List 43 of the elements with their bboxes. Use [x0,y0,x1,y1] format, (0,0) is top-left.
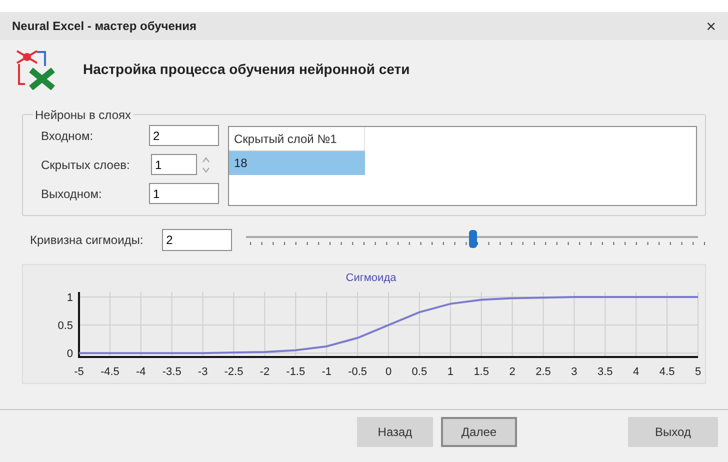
tick-label: 4.5 [659,366,675,378]
tick-label: 2 [509,366,516,378]
spin-input[interactable]: 1 [151,154,197,175]
tick-label: 4 [633,366,640,378]
table-row[interactable]: 18 [229,151,365,175]
tick-label: -2.5 [224,366,244,378]
dialog-button[interactable]: Далее [441,417,517,447]
tick-label: -4 [136,366,146,378]
field-label: Выходном: [41,186,103,202]
field-label: Входном: [41,128,94,144]
close-button[interactable]: × [706,18,716,34]
table-cell-text: 18 [233,155,248,172]
tick-label: -2 [260,366,270,378]
tick-label: 1 [66,292,73,304]
tick-label: 1.5 [474,366,489,378]
dialog-button[interactable]: Выход [628,417,718,447]
window-title: Neural Excel - мастер обучения [12,18,197,35]
tick-label: -5 [74,366,84,378]
field-label: Скрытых слоев: [41,156,131,174]
tick-label: 0 [66,348,73,360]
dialog-button[interactable]: Назад [357,417,433,447]
number-input[interactable]: 1 [149,183,219,204]
tick-label: 3 [571,366,578,378]
tick-label: 0 [385,366,392,378]
tick-label: 1 [447,366,454,378]
tick-label: 5 [694,366,702,378]
tick-label: 3.5 [598,366,613,378]
page-heading: Настройка процесса обучения нейронной сети [83,60,410,79]
tick-label: 0.5 [412,366,428,378]
tick-label: -3.5 [162,366,182,378]
slider-thumb[interactable] [468,230,477,248]
tick-label: -1 [322,366,332,378]
tick-label: -3 [198,366,208,378]
tick-label: 0.5 [58,320,73,332]
number-input[interactable]: 2 [149,125,219,146]
chart-title: Сигмоида [346,272,396,284]
app-logo-icon [15,48,55,90]
tick-label: 2.5 [536,366,551,378]
tick-label: -0.5 [348,366,368,378]
tick-label: -1.5 [286,366,306,378]
field-label: Кривизна сигмоиды: [30,232,144,249]
curvature-input[interactable]: 2 [162,229,232,251]
tick-label: -4.5 [100,366,120,378]
